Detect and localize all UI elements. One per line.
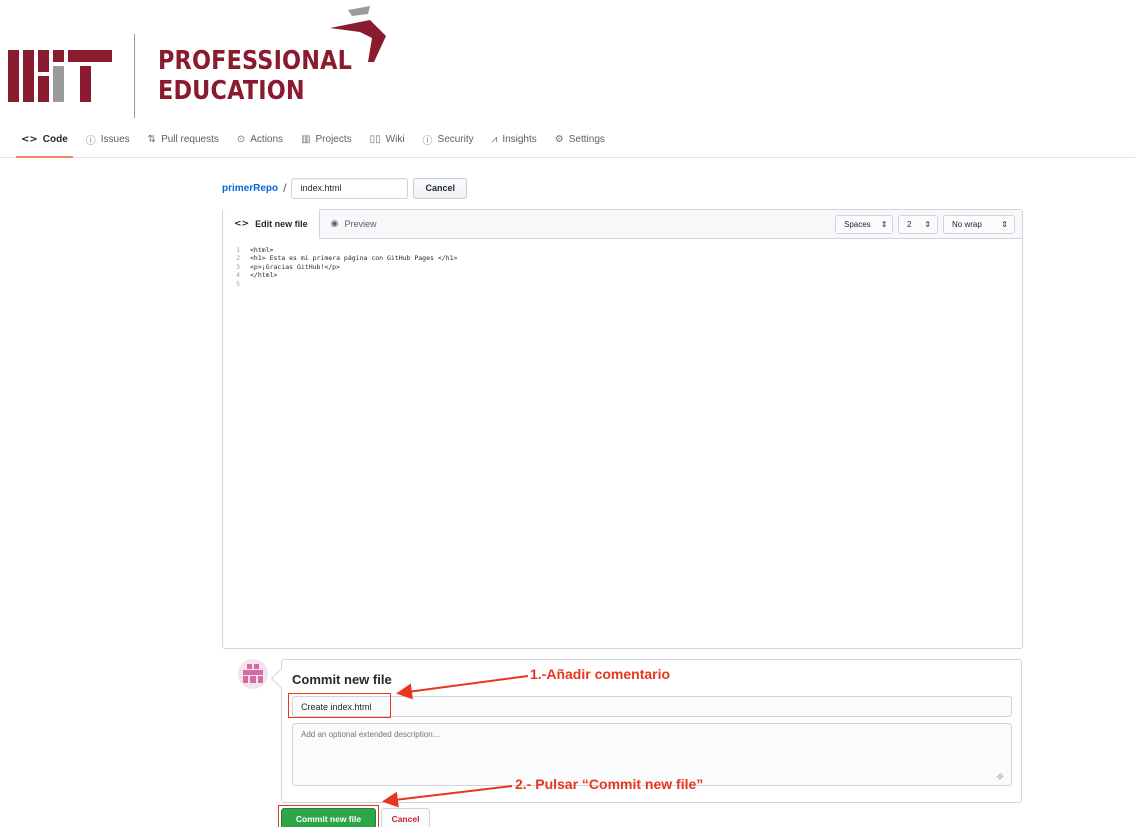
avatar (238, 659, 268, 689)
filename-input[interactable] (291, 177, 409, 199)
code-line: 4 </html> (223, 271, 1022, 279)
tab-issues-label: Issues (100, 134, 130, 145)
tab-code[interactable]: <> Code (12, 122, 77, 158)
repo-nav: <> Code ⓘ Issues ⇅ Pull requests ⊙ Actio… (0, 122, 1135, 158)
tab-insights[interactable]: ⩘ Insights (483, 122, 546, 157)
line-number: 2 (236, 254, 240, 263)
indent-mode-value: Spaces (844, 220, 871, 229)
eye-icon: ◉ (330, 218, 339, 229)
tab-pull-requests[interactable]: ⇅ Pull requests (139, 122, 228, 157)
highlight-summary-box (288, 693, 391, 718)
brand-divider (134, 34, 135, 118)
code-line: 2 <h1> Esta es mi primera página con Git… (223, 254, 1022, 262)
indent-size-value: 2 (907, 220, 912, 229)
tab-actions-label: Actions (250, 134, 284, 145)
breadcrumb: primerRepo / Cancel (222, 177, 467, 199)
editor-header: <> Edit new file ◉ Preview Spaces ⇕ 2 ⇕ … (223, 209, 1022, 239)
file-editor: <> Edit new file ◉ Preview Spaces ⇕ 2 ⇕ … (222, 209, 1023, 649)
annotation-step-1: 1.-Añadir comentario (530, 666, 671, 682)
indent-size-select[interactable]: 2 ⇕ (898, 215, 938, 234)
code-icon: <> (21, 134, 38, 145)
shield-icon: ⓘ (422, 136, 433, 147)
tab-security-label: Security (437, 134, 474, 145)
line-number: 5 (236, 279, 240, 288)
line-number: 1 (236, 246, 240, 254)
tab-insights-label: Insights (502, 134, 537, 145)
gear-icon: ⚙ (554, 134, 564, 145)
indent-mode-select[interactable]: Spaces ⇕ (835, 215, 893, 234)
mit-logo-icon (8, 50, 112, 102)
line-text: <h1> Esta es mi primera página con GitHu… (250, 254, 458, 263)
tab-edit-new-file-label: Edit new file (255, 219, 308, 229)
project-icon: ▥ (301, 134, 311, 145)
select-arrows-icon: ⇕ (880, 220, 888, 229)
commit-summary-input[interactable] (292, 696, 1012, 717)
tab-wiki[interactable]: ▯▯ Wiki (361, 122, 414, 157)
code-line: 3 <p>¡Gracias GitHub!</p> (223, 263, 1022, 271)
breadcrumb-separator: / (283, 181, 287, 195)
tab-settings[interactable]: ⚙ Settings (546, 122, 614, 157)
brand-line-2: EDUCATION (158, 76, 305, 106)
annotation-step-2: 2.- Pulsar “Commit new file” (515, 776, 704, 792)
graph-icon: ⩘ (491, 134, 498, 145)
brand-name: PROFESSIONAL EDUCATION (158, 46, 352, 106)
tab-wiki-label: Wiki (385, 134, 405, 145)
line-text: </html> (250, 271, 278, 280)
pull-request-icon: ⇅ (147, 134, 157, 145)
tab-projects-label: Projects (315, 134, 352, 145)
cancel-edit-button[interactable]: Cancel (413, 177, 467, 199)
line-number: 4 (236, 271, 240, 280)
cancel-commit-button[interactable]: Cancel (381, 808, 430, 827)
tab-actions[interactable]: ⊙ Actions (228, 122, 292, 157)
tab-code-label: Code (42, 134, 68, 145)
highlight-commit-box (278, 805, 379, 827)
code-line: 5 (223, 280, 1022, 288)
editor-options: Spaces ⇕ 2 ⇕ No wrap ⇕ (835, 215, 1015, 234)
code-icon: <> (234, 219, 250, 229)
book-icon: ▯▯ (369, 134, 381, 145)
code-area[interactable]: 1 <html> 2 <h1> Esta es mi primera págin… (223, 239, 1022, 288)
select-arrows-icon: ⇕ (924, 220, 931, 229)
tab-projects[interactable]: ▥ Projects (292, 122, 361, 157)
code-line: 1 <html> (223, 246, 1022, 254)
tab-preview[interactable]: ◉ Preview (320, 209, 388, 238)
tab-edit-new-file[interactable]: <> Edit new file (223, 209, 320, 239)
tab-settings-label: Settings (568, 134, 605, 145)
wrap-mode-select[interactable]: No wrap ⇕ (943, 215, 1015, 234)
line-text: <html> (250, 246, 274, 254)
tab-issues[interactable]: ⓘ Issues (77, 122, 139, 157)
issue-icon: ⓘ (85, 136, 96, 147)
brand-header: PROFESSIONAL EDUCATION (0, 0, 420, 122)
wrap-mode-value: No wrap (952, 220, 982, 229)
tab-preview-label: Preview (344, 218, 377, 229)
tab-security[interactable]: ⓘ Security (414, 122, 483, 157)
line-number: 3 (236, 262, 240, 271)
brand-line-1: PROFESSIONAL (158, 46, 353, 76)
repo-link[interactable]: primerRepo (222, 183, 278, 194)
tab-pull-requests-label: Pull requests (161, 134, 219, 145)
commit-title: Commit new file (292, 672, 392, 687)
brand-emblem-icon (330, 6, 386, 62)
select-arrows-icon: ⇕ (1001, 220, 1008, 229)
play-icon: ⊙ (236, 134, 246, 145)
line-text: <p>¡Gracias GitHub!</p> (250, 262, 341, 271)
